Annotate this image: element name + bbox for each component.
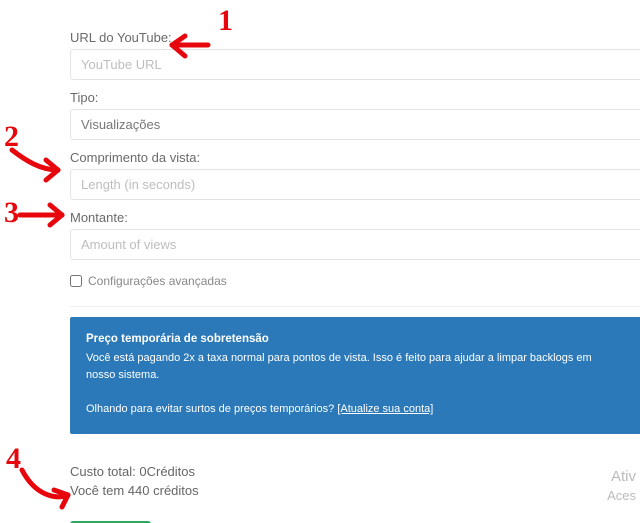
notice-title: Preço temporária de sobretensão — [86, 331, 624, 348]
input-url[interactable] — [70, 49, 640, 80]
label-amount: Montante: — [70, 210, 640, 225]
upgrade-account-link[interactable]: [Atualize sua conta] — [337, 403, 433, 415]
submission-form: URL do YouTube: Tipo: Visualizações Comp… — [70, 30, 640, 523]
notice-footer: Olhando para evitar surtos de preços tem… — [86, 401, 624, 418]
field-length: Comprimento da vista: — [70, 150, 640, 200]
label-type: Tipo: — [70, 90, 640, 105]
balance-row: Você tem 440 créditos — [70, 481, 640, 501]
advanced-label: Configurações avançadas — [88, 274, 227, 288]
notice-body: Você está pagando 2x a taxa normal para … — [86, 350, 624, 383]
total-cost-value: 0Créditos — [139, 464, 195, 479]
total-cost-row: Custo total: 0Créditos — [70, 462, 640, 482]
side-line-1: Ativ — [607, 466, 636, 487]
label-url: URL do YouTube: — [70, 30, 640, 45]
side-line-2: Aces — [607, 487, 636, 505]
anno-number-3: 3 — [4, 196, 19, 229]
side-faded-text: Ativ Aces — [607, 466, 636, 505]
field-url: URL do YouTube: — [70, 30, 640, 80]
input-length[interactable] — [70, 169, 640, 200]
advanced-checkbox[interactable] — [70, 275, 82, 287]
divider — [70, 306, 640, 307]
anno-number-2: 2 — [4, 120, 19, 153]
total-cost-label: Custo total: — [70, 464, 139, 479]
totals: Custo total: 0Créditos Você tem 440 créd… — [70, 462, 640, 501]
field-amount: Montante: — [70, 210, 640, 260]
notice-footer-text: Olhando para evitar surtos de preços tem… — [86, 403, 337, 415]
field-type: Tipo: Visualizações — [70, 90, 640, 140]
select-type[interactable]: Visualizações — [70, 109, 640, 140]
input-amount[interactable] — [70, 229, 640, 260]
advanced-row: Configurações avançadas — [70, 274, 640, 288]
label-length: Comprimento da vista: — [70, 150, 640, 165]
anno-number-4: 4 — [6, 442, 21, 475]
surge-notice: Preço temporária de sobretensão Você est… — [70, 317, 640, 434]
